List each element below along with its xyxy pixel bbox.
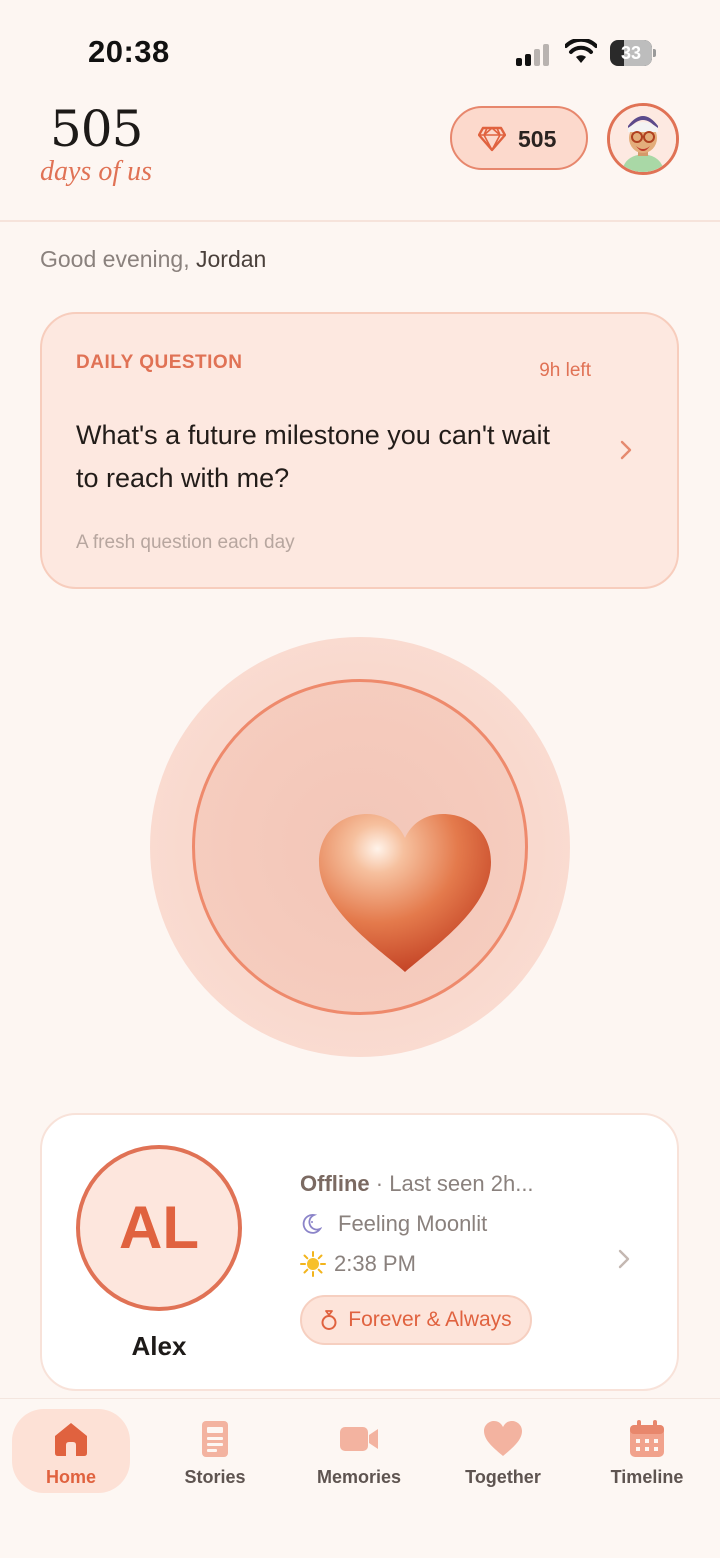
calendar-icon bbox=[630, 1420, 664, 1457]
cellular-signal-icon bbox=[516, 44, 552, 66]
bottom-tab-bar: Home Stories Memories Together Timeline bbox=[0, 1398, 720, 1558]
video-camera-icon bbox=[340, 1427, 378, 1451]
partner-online-status: Offline bbox=[300, 1171, 370, 1196]
heart-icon bbox=[319, 814, 491, 972]
partner-mood: Feeling Moonlit bbox=[300, 1211, 487, 1237]
partner-avatar: AL bbox=[76, 1145, 242, 1311]
relationship-badge[interactable]: Forever & Always bbox=[300, 1295, 532, 1345]
stories-icon bbox=[202, 1421, 228, 1457]
tab-timeline-label: Timeline bbox=[610, 1467, 684, 1487]
partner-initials: AL bbox=[119, 1194, 199, 1261]
tab-memories[interactable]: Memories bbox=[300, 1409, 418, 1493]
status-time: 20:38 bbox=[88, 34, 170, 69]
daily-question-label: DAILY QUESTION bbox=[76, 352, 243, 373]
partner-status: Offline · Last seen 2h... bbox=[300, 1171, 534, 1197]
partner-name: Alex bbox=[131, 1331, 187, 1361]
heart-icon bbox=[484, 1421, 522, 1456]
wifi-icon bbox=[565, 39, 597, 63]
chevron-right-icon bbox=[618, 1249, 630, 1269]
user-avatar-icon bbox=[610, 106, 676, 172]
daily-question-footer: A fresh question each day bbox=[76, 532, 295, 553]
app-header: 505 days of us 505 bbox=[0, 100, 720, 222]
daily-question-time-left: 9h left bbox=[539, 360, 591, 381]
gem-icon bbox=[478, 126, 506, 152]
partner-time-text: 2:38 PM bbox=[334, 1251, 416, 1276]
tab-stories-label: Stories bbox=[184, 1467, 246, 1487]
chevron-right-icon bbox=[620, 440, 632, 460]
heart-button-halo bbox=[150, 637, 570, 1057]
tab-together[interactable]: Together bbox=[444, 1409, 562, 1493]
logo-number: 505 bbox=[50, 100, 143, 158]
battery-level: 33 bbox=[620, 43, 642, 63]
heart-button[interactable] bbox=[192, 679, 528, 1015]
status-bar: 20:38 33 bbox=[0, 0, 720, 100]
relationship-badge-label: Forever & Always bbox=[348, 1308, 512, 1331]
greeting: Good evening, Jordan bbox=[40, 246, 266, 273]
greeting-name: Jordan bbox=[196, 246, 267, 272]
battery-icon: 33 bbox=[610, 40, 656, 66]
profile-avatar-button[interactable] bbox=[607, 103, 679, 175]
sun-icon bbox=[300, 1251, 326, 1277]
partner-local-time: 2:38 PM bbox=[300, 1251, 416, 1277]
tab-together-label: Together bbox=[465, 1467, 541, 1487]
partner-card[interactable]: AL Alex Offline · Last seen 2h... Feelin… bbox=[40, 1113, 679, 1391]
daily-question-text: What's a future milestone you can't wait… bbox=[76, 420, 551, 493]
tab-memories-label: Memories bbox=[316, 1467, 402, 1487]
gem-balance-button[interactable]: 505 bbox=[450, 106, 588, 170]
greeting-prefix: Good evening, bbox=[40, 246, 197, 272]
ring-icon bbox=[321, 1310, 337, 1330]
home-icon bbox=[55, 1423, 87, 1456]
tab-timeline[interactable]: Timeline bbox=[588, 1409, 706, 1493]
moon-icon bbox=[302, 1214, 322, 1234]
daily-question-card[interactable]: DAILY QUESTION 9h left What's a future m… bbox=[40, 312, 679, 589]
partner-mood-text: Feeling Moonlit bbox=[338, 1211, 488, 1236]
logo-subtitle: days of us bbox=[40, 156, 152, 187]
tab-home[interactable]: Home bbox=[12, 1409, 130, 1493]
gem-count: 505 bbox=[518, 126, 557, 152]
tab-home-label: Home bbox=[45, 1467, 96, 1487]
partner-last-seen: · Last seen 2h... bbox=[369, 1171, 534, 1196]
tab-stories[interactable]: Stories bbox=[156, 1409, 274, 1493]
